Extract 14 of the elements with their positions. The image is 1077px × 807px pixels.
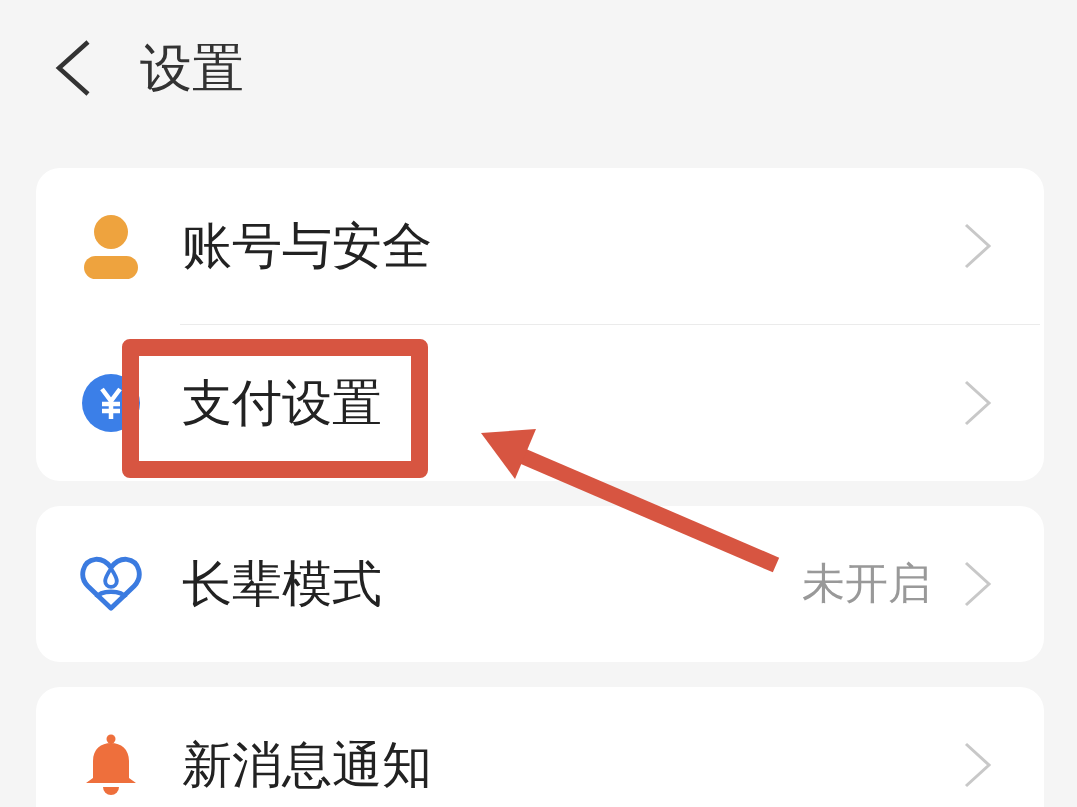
settings-row[interactable]: 账号与安全	[36, 168, 1044, 324]
yen-coin-icon	[82, 374, 140, 432]
settings-row[interactable]: 长辈模式 未开启	[36, 506, 1044, 662]
chevron-left-icon	[55, 40, 91, 96]
chevron-right-icon	[964, 380, 992, 426]
settings-row[interactable]: 新消息通知	[36, 687, 1044, 807]
person-icon	[84, 213, 138, 279]
heart-icon	[80, 555, 142, 613]
status-value: 未开启	[802, 558, 931, 610]
back-button[interactable]	[55, 40, 91, 96]
page-title: 设置	[140, 36, 244, 100]
chevron-right-icon	[964, 742, 992, 788]
chevron-right-icon	[964, 561, 992, 607]
chevron-right-icon	[964, 223, 992, 269]
